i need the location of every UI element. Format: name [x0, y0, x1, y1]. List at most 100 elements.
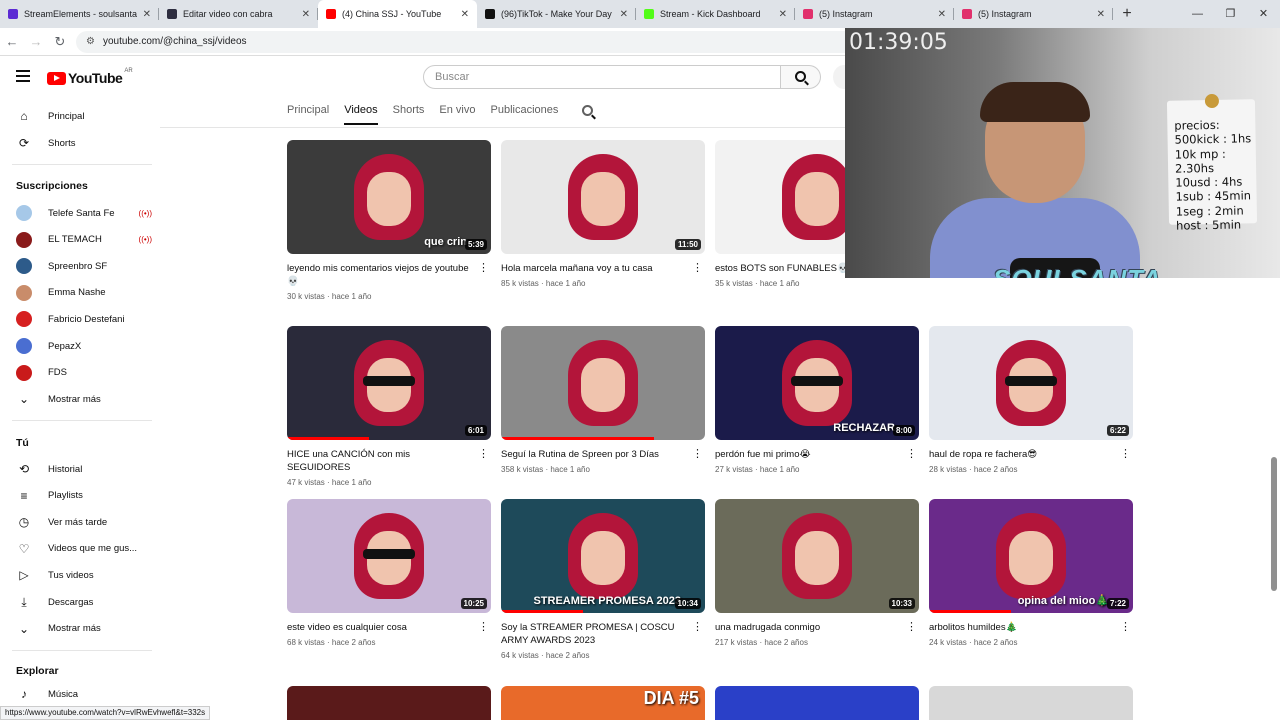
sidebar-item[interactable]: ⤓ Descargas [16, 590, 152, 614]
video-thumbnail[interactable]: opina del mioo🎄 7:22 [929, 499, 1133, 613]
video-thumbnail[interactable]: 11:50 [501, 140, 705, 254]
site-info-icon[interactable]: ⚙ [86, 36, 95, 47]
more-options-icon[interactable]: ⋮ [478, 262, 489, 275]
sidebar-item[interactable]: ⟲ Historial [16, 457, 152, 481]
close-tab-icon[interactable]: ✕ [461, 9, 469, 20]
video-card[interactable]: 6:22 haul de ropa re fachera😎 28 k vistas … [929, 326, 1133, 474]
channel-search-icon[interactable] [582, 105, 593, 116]
video-title[interactable]: HICE una CANCIÓN con mis SEGUIDORES [287, 448, 491, 474]
video-thumbnail[interactable]: 6:22 [929, 326, 1133, 440]
youtube-play-icon [47, 71, 66, 85]
sidebar-item[interactable]: FDS [16, 361, 152, 385]
sidebar-item[interactable]: ▷ Tus videos [16, 563, 152, 587]
more-options-icon[interactable]: ⋮ [906, 621, 917, 634]
close-tab-icon[interactable]: ✕ [938, 9, 946, 20]
sidebar-item[interactable]: ⌄ Mostrar más [16, 387, 152, 411]
sidebar-item[interactable]: ◷ Ver más tarde [16, 510, 152, 534]
back-icon[interactable]: ← [0, 34, 24, 49]
video-title[interactable]: una madrugada conmigo [715, 621, 919, 634]
sidebar-item[interactable]: ⌄ Mostrar más [16, 617, 152, 641]
tab-publicaciones[interactable]: Publicaciones [491, 104, 559, 125]
close-tab-icon[interactable]: ✕ [1097, 9, 1105, 20]
video-card[interactable]: Seguí la Rutina de Spreen por 3 Días 358 … [501, 326, 705, 474]
forward-icon[interactable]: → [24, 34, 48, 49]
more-options-icon[interactable]: ⋮ [1120, 621, 1131, 634]
more-options-icon[interactable]: ⋮ [906, 448, 917, 461]
video-thumbnail[interactable]: 10:33 [715, 499, 919, 613]
subscriptions-header[interactable]: Suscripciones [16, 180, 88, 192]
sidebar-item[interactable]: ♡ Videos que me gus... [16, 537, 152, 561]
video-thumbnail[interactable] [287, 686, 491, 720]
video-title[interactable]: perdón fue mi primo😭 [715, 448, 919, 461]
video-card[interactable]: RECHAZAR 8:00 perdón fue mi primo😭 27 k vis… [715, 326, 919, 474]
menu-icon[interactable] [16, 70, 30, 82]
more-options-icon[interactable]: ⋮ [1120, 448, 1131, 461]
minimize-button[interactable]: — [1181, 0, 1214, 28]
close-tab-icon[interactable]: ✕ [302, 9, 310, 20]
video-thumbnail[interactable]: 10:25 [287, 499, 491, 613]
more-options-icon[interactable]: ⋮ [478, 448, 489, 461]
browser-tab[interactable]: (5) Instagram ✕ [954, 0, 1113, 28]
video-card[interactable]: que crin 5:39 leyendo mis comentarios viej… [287, 140, 491, 301]
sidebar-item[interactable]: ⟳ Shorts [16, 131, 152, 155]
video-card[interactable]: 10:25 este video es cualquier cosa 68 k vi… [287, 499, 491, 647]
more-options-icon[interactable]: ⋮ [692, 262, 703, 275]
video-thumbnail[interactable] [501, 326, 705, 440]
video-title[interactable]: leyendo mis comentarios viejos de youtub… [287, 262, 491, 288]
sidebar-item[interactable]: Telefe Santa Fe ((•)) [16, 201, 152, 225]
close-tab-icon[interactable]: ✕ [620, 9, 628, 20]
video-title[interactable]: arbolitos humildes🎄 [929, 621, 1133, 634]
video-title[interactable]: Seguí la Rutina de Spreen por 3 Días [501, 448, 705, 461]
youtube-logo[interactable]: YouTube AR [47, 68, 133, 86]
video-title[interactable]: Soy la STREAMER PROMESA | COSCU ARMY AWA… [501, 621, 705, 647]
sidebar-item[interactable]: PepazX [16, 334, 152, 358]
scrollbar-thumb[interactable] [1271, 457, 1277, 591]
sidebar-item[interactable]: ≡ Playlists [16, 484, 152, 508]
video-card[interactable]: STREAMER PROMESA 2023 10:34 Soy la STREAME… [501, 499, 705, 660]
sidebar-item[interactable]: Spreenbro SF [16, 254, 152, 278]
video-thumbnail[interactable] [715, 686, 919, 720]
more-options-icon[interactable]: ⋮ [478, 621, 489, 634]
tab-videos[interactable]: Videos [344, 104, 378, 125]
video-title[interactable]: este video es cualquier cosa [287, 621, 491, 634]
thumbnail-sunglasses [363, 549, 415, 559]
sidebar-item[interactable]: ♪ Música [16, 682, 152, 706]
browser-tab[interactable]: Editar video con cabra ✕ [159, 0, 318, 28]
video-card[interactable]: opina del mioo🎄 7:22 arbolitos humildes🎄 24… [929, 499, 1133, 647]
search-input[interactable]: Buscar [423, 65, 781, 89]
sidebar-item[interactable]: ⌂ Principal [16, 104, 152, 128]
video-title[interactable]: haul de ropa re fachera😎 [929, 448, 1133, 461]
video-thumbnail[interactable]: RECHAZAR 8:00 [715, 326, 919, 440]
video-thumbnail[interactable]: que crin 5:39 [287, 140, 491, 254]
browser-tab[interactable]: StreamElements - soulsanta ✕ [0, 0, 159, 28]
browser-tab[interactable]: (4) China SSJ - YouTube ✕ [318, 0, 477, 28]
browser-tab[interactable]: (96)TikTok - Make Your Day ✕ [477, 0, 636, 28]
video-thumbnail[interactable]: 6:01 [287, 326, 491, 440]
restore-button[interactable]: ❐ [1214, 0, 1247, 28]
new-tab-button[interactable]: + [1113, 0, 1141, 28]
video-card[interactable]: 11:50 Hola marcela mañana voy a tu casa 85… [501, 140, 705, 288]
tab-shorts[interactable]: Shorts [393, 104, 425, 125]
video-card[interactable]: 6:01 HICE una CANCIÓN con mis SEGUIDORES 4… [287, 326, 491, 487]
video-thumbnail[interactable] [929, 686, 1133, 720]
tab-en-vivo[interactable]: En vivo [439, 104, 475, 125]
search-button[interactable] [781, 65, 821, 89]
sidebar-item[interactable]: Emma Nashe [16, 281, 152, 305]
home-icon: ⌂ [20, 109, 28, 123]
video-thumbnail[interactable]: DIA #5 [501, 686, 705, 720]
browser-tab[interactable]: Stream - Kick Dashboard ✕ [636, 0, 795, 28]
close-tab-icon[interactable]: ✕ [143, 9, 151, 20]
more-options-icon[interactable]: ⋮ [692, 448, 703, 461]
video-card[interactable]: 10:33 una madrugada conmigo 217 k vistas ·… [715, 499, 919, 647]
video-title[interactable]: Hola marcela mañana voy a tu casa [501, 262, 705, 275]
sidebar-item[interactable]: EL TEMACH ((•)) [16, 228, 152, 252]
sidebar-item[interactable]: Fabricio Destefani [16, 307, 152, 331]
close-window-button[interactable]: ✕ [1247, 0, 1280, 28]
tab-principal[interactable]: Principal [287, 104, 329, 125]
you-header[interactable]: Tú [16, 437, 29, 449]
more-options-icon[interactable]: ⋮ [692, 621, 703, 634]
close-tab-icon[interactable]: ✕ [779, 9, 787, 20]
browser-tab[interactable]: (5) Instagram ✕ [795, 0, 954, 28]
video-thumbnail[interactable]: STREAMER PROMESA 2023 10:34 [501, 499, 705, 613]
reload-icon[interactable]: ↻ [48, 34, 72, 50]
